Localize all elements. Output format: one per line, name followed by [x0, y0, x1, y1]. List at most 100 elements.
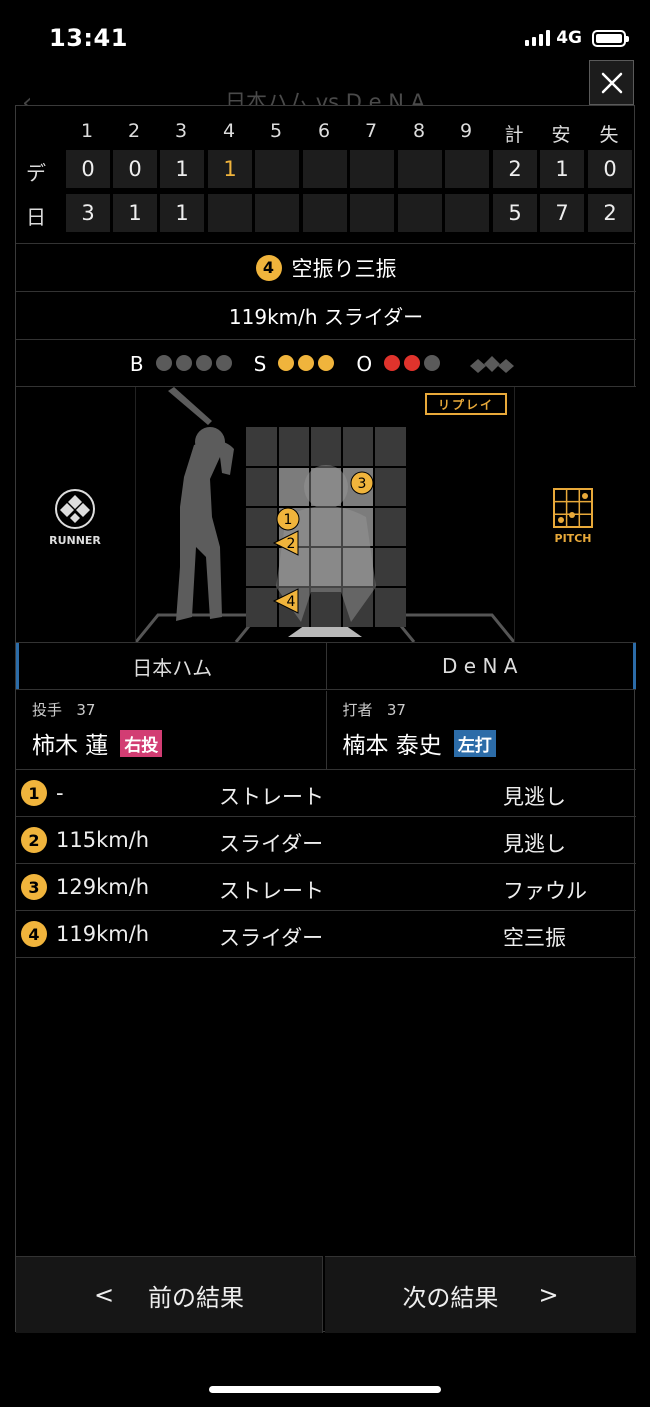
pitch-marker[interactable]: 1: [276, 507, 300, 531]
pitch-row[interactable]: 4 119km/h スライダー 空三振: [16, 911, 636, 958]
pitcher-info: 投手 37 柿木 蓮 右投: [16, 691, 327, 769]
pitcher-role: 投手: [32, 701, 63, 719]
out-dot: [384, 354, 401, 371]
out-dots: [380, 352, 441, 376]
ball-dot: [195, 354, 212, 371]
inning-header: 1: [80, 120, 94, 142]
left-batter-box: [136, 613, 262, 642]
pitch-result: 見逃し: [503, 832, 566, 856]
batter-silhouette: [168, 387, 234, 621]
battery-icon: [592, 29, 629, 47]
ball-dot: [175, 354, 192, 371]
score-cell: 2: [493, 150, 537, 188]
scoreboard: 123456789計安失デ0011210日311572: [16, 106, 636, 243]
score-cell: [255, 194, 299, 232]
pitch-speed: 129km/h: [56, 875, 150, 899]
score-cell: [398, 150, 442, 188]
inning-header: 5: [269, 120, 283, 142]
pitcher-hand-badge: 右投: [120, 729, 163, 757]
status-indicators: 4G: [525, 28, 629, 48]
pitch-marker-label: 2: [287, 536, 296, 552]
score-cell: 1: [160, 194, 204, 232]
score-cell: [303, 194, 347, 232]
next-result-label: 次の結果: [402, 1283, 499, 1312]
signal-icon: [525, 30, 551, 46]
pitch-row[interactable]: 2 115km/h スライダー 見逃し: [16, 817, 636, 864]
score-cell: 5: [493, 194, 537, 232]
inning-header: 3: [174, 120, 188, 142]
close-icon: [601, 72, 622, 93]
right-batter-box: [388, 613, 514, 642]
pitcher-number: 37: [76, 701, 96, 719]
screen: 13:41 4G ‹ 日本ハム vs D e N A 123456789計安失デ…: [0, 0, 650, 1407]
pitch-marker[interactable]: 3: [350, 471, 374, 495]
ball-dots: [152, 352, 232, 376]
score-cell: 1: [208, 150, 252, 188]
inning-header: 4: [222, 120, 236, 142]
inning-header: 安: [551, 124, 571, 146]
runner-label: RUNNER: [49, 534, 101, 547]
matchup: 投手 37 柿木 蓮 右投 打者 37 楠本 泰史 左打: [16, 691, 636, 770]
pitch-type: スライダー: [219, 832, 324, 856]
score-cell: [255, 150, 299, 188]
batter-hand-badge: 左打: [453, 729, 496, 757]
strike-zone-view: RUNNER PITCH リプレイ 1 2 3 4: [16, 387, 636, 642]
score-cell: 1: [113, 194, 157, 232]
pitch-grid-icon: [553, 488, 593, 528]
pitch-result: 空三振: [503, 926, 566, 950]
score-cell: [445, 150, 489, 188]
strike-dots: [274, 352, 335, 376]
pitch-speed: -: [56, 781, 64, 805]
strike-dot: [318, 354, 335, 371]
away-team-tab[interactable]: D e N A: [327, 643, 636, 689]
inning-header: 失: [599, 124, 619, 146]
ball-dot: [155, 354, 172, 371]
strike-dot: [278, 354, 295, 371]
inning-header: 6: [317, 120, 331, 142]
chevron-left-icon: <: [93, 1281, 115, 1309]
inning-header: 9: [459, 120, 473, 142]
pitch-button[interactable]: PITCH: [548, 487, 598, 545]
field-graphic: 1 2 3 4: [136, 387, 514, 642]
pitch-marker-label: 1: [284, 512, 293, 528]
prev-result-button[interactable]: < 前の結果: [16, 1256, 323, 1333]
home-indicator[interactable]: [209, 1386, 441, 1393]
pitch-marker-label: 3: [358, 476, 367, 492]
score-cell: [350, 150, 394, 188]
network-label: 4G: [556, 28, 582, 48]
pitch-speed: 115km/h: [56, 828, 150, 852]
score-cell: [303, 150, 347, 188]
score-cell: [398, 194, 442, 232]
close-button[interactable]: [589, 60, 634, 105]
home-team-tab[interactable]: 日本ハム: [16, 643, 327, 689]
score-cell: 0: [113, 150, 157, 188]
pitch-type: ストレート: [219, 879, 324, 903]
out-dot: [404, 354, 421, 371]
next-result-button[interactable]: 次の結果 >: [325, 1256, 636, 1333]
pitch-speed-type: 119km/h スライダー: [228, 305, 424, 329]
pitch-result: ファウル: [503, 879, 587, 903]
pitch-label: PITCH: [554, 532, 592, 545]
batter-info: 打者 37 楠本 泰史 左打: [327, 691, 637, 769]
pitch-number-badge: 1: [21, 780, 47, 806]
inning-header: 2: [127, 120, 141, 142]
result-text: 空振り三振: [291, 256, 397, 281]
prev-result-label: 前の結果: [148, 1283, 245, 1312]
team-abbr: 日: [26, 205, 46, 229]
inning-header: 7: [364, 120, 378, 142]
pitch-speed: 119km/h: [56, 922, 150, 946]
diamond-icon: [55, 489, 95, 529]
ball-label: B: [129, 351, 144, 376]
score-cell: 3: [66, 194, 110, 232]
score-cell: [445, 194, 489, 232]
pitch-row[interactable]: 3 129km/h ストレート ファウル: [16, 864, 636, 911]
score-cell: 1: [160, 150, 204, 188]
pitcher-name[interactable]: 柿木 蓮: [32, 726, 108, 760]
chevron-right-icon: >: [538, 1281, 559, 1309]
bases-icon: [470, 355, 515, 373]
pitch-number-badge: 4: [21, 921, 47, 947]
strike-dot: [298, 354, 315, 371]
batter-name[interactable]: 楠本 泰史: [343, 726, 442, 760]
runner-button[interactable]: RUNNER: [44, 487, 106, 547]
pitch-row[interactable]: 1 - ストレート 見逃し: [16, 770, 636, 817]
